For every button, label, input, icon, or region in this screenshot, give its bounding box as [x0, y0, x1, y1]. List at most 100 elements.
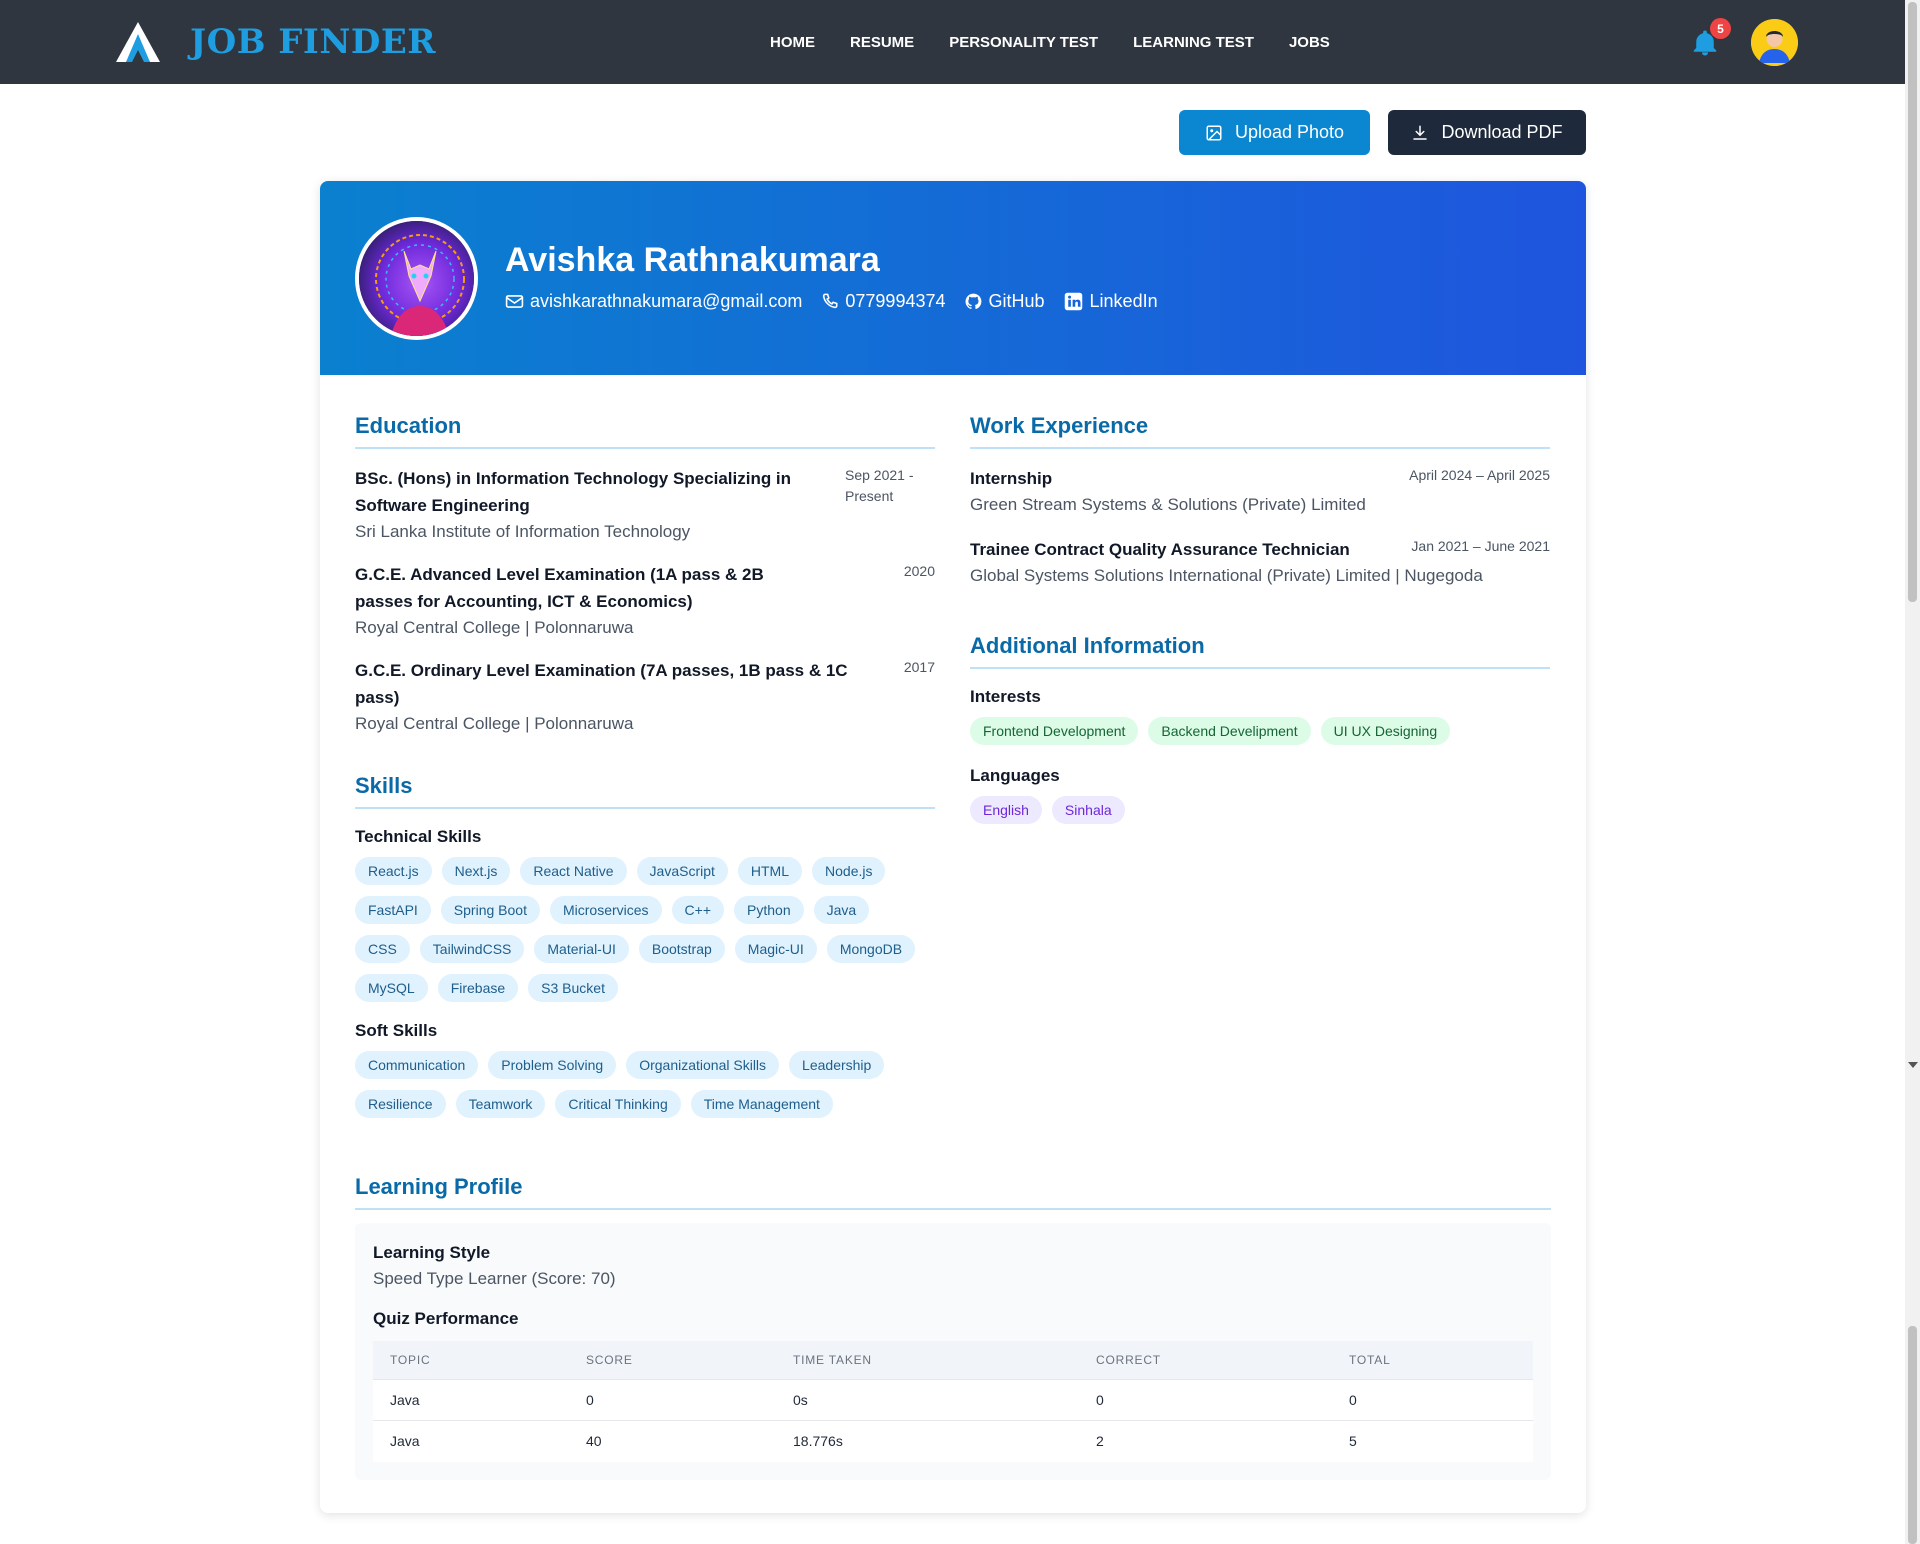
- skill-tag: Python: [734, 896, 804, 924]
- table-cell: 18.776s: [776, 1420, 1079, 1462]
- profile-name: Avishka Rathnakumara: [505, 241, 880, 279]
- table-cell: Java: [373, 1379, 569, 1421]
- profile-photo: [355, 217, 478, 340]
- mail-icon: [505, 295, 524, 308]
- brand[interactable]: JOB FINDER: [114, 20, 436, 64]
- education-item: G.C.E. Ordinary Level Examination (7A pa…: [355, 657, 935, 737]
- phone-link[interactable]: 0779994374: [820, 291, 946, 312]
- skill-tag: Time Management: [690, 1090, 833, 1118]
- skill-tag: Spring Boot: [440, 896, 540, 924]
- download-pdf-button[interactable]: Download PDF: [1388, 110, 1586, 155]
- nav-resume[interactable]: RESUME: [850, 34, 914, 51]
- nav-home[interactable]: HOME: [770, 34, 815, 51]
- education-degree: G.C.E. Advanced Level Examination (1A pa…: [355, 565, 764, 611]
- scrollbar[interactable]: [1905, 0, 1920, 1544]
- skill-tag: JavaScript: [636, 857, 728, 885]
- skill-tag: Material-UI: [534, 935, 629, 963]
- work-date: Jan 2021 – June 2021: [1411, 538, 1550, 554]
- language-tag: English: [970, 796, 1042, 824]
- interest-tag: UI UX Designing: [1320, 717, 1451, 745]
- learning-profile-title: Learning Profile: [355, 1174, 1551, 1210]
- learning-style-value: Speed Type Learner (Score: 70): [373, 1269, 616, 1288]
- table-cell: 40: [569, 1420, 776, 1462]
- table-cell: 0: [1079, 1379, 1332, 1421]
- skill-tag: FastAPI: [355, 896, 431, 924]
- navbar: JOB FINDER HOME RESUME PERSONALITY TEST …: [0, 0, 1905, 84]
- quiz-table: TOPIC SCORE TIME TAKEN CORRECT TOTAL Jav…: [373, 1341, 1533, 1462]
- contact-list: avishkarathnakumara@gmail.com 0779994374…: [505, 291, 1176, 312]
- skills-title: Skills: [355, 773, 935, 809]
- github-link[interactable]: GitHub: [964, 291, 1045, 312]
- soft-skills-heading: Soft Skills: [355, 1021, 438, 1040]
- education-item: G.C.E. Advanced Level Examination (1A pa…: [355, 561, 935, 641]
- skill-tag: Communication: [355, 1051, 479, 1079]
- linkedin-link[interactable]: LinkedIn: [1063, 291, 1158, 312]
- skill-tag: TailwindCSS: [419, 935, 525, 963]
- language-tag: Sinhala: [1051, 796, 1125, 824]
- work-role: Internship: [970, 469, 1053, 488]
- skill-tag: Bootstrap: [638, 935, 725, 963]
- interests-heading: Interests: [970, 687, 1041, 706]
- download-icon: [1413, 125, 1428, 140]
- quiz-performance-label: Quiz Performance: [373, 1309, 519, 1328]
- brand-name: JOB FINDER: [190, 22, 437, 62]
- skill-tag: Microservices: [549, 896, 662, 924]
- scroll-down-arrow-icon[interactable]: [1908, 1062, 1918, 1068]
- column-header: TOTAL: [1332, 1341, 1533, 1380]
- education-degree: BSc. (Hons) in Information Technology Sp…: [355, 469, 792, 515]
- phone-text: 0779994374: [845, 291, 946, 311]
- education-item: BSc. (Hons) in Information Technology Sp…: [355, 465, 935, 545]
- education-details: G.C.E. Advanced Level Examination (1A pa…: [355, 561, 825, 641]
- education-date: 2020: [903, 563, 935, 579]
- skill-tag: HTML: [737, 857, 803, 885]
- work-experience-title: Work Experience: [970, 413, 1550, 449]
- education-title: Education: [355, 413, 935, 449]
- table-header-row: TOPIC SCORE TIME TAKEN CORRECT TOTAL: [373, 1341, 1533, 1380]
- interest-tag: Frontend Development: [970, 717, 1139, 745]
- skill-tag: MongoDB: [826, 935, 916, 963]
- nav-personality-test[interactable]: PERSONALITY TEST: [949, 34, 1098, 51]
- education-school: Royal Central College | Polonnaruwa: [355, 714, 634, 733]
- user-icon: [1751, 19, 1798, 66]
- work-company: Global Systems Solutions International (…: [970, 566, 1483, 585]
- user-avatar[interactable]: [1751, 19, 1798, 66]
- scrollbar-thumb[interactable]: [1908, 2, 1917, 602]
- learning-style-label: Learning Style: [373, 1243, 491, 1262]
- skill-tag: Leadership: [789, 1051, 885, 1079]
- work-date: April 2024 – April 2025: [1409, 467, 1550, 483]
- education-date: 2017: [903, 659, 935, 675]
- resume-card: Avishka Rathnakumara avishkarathnakumara…: [320, 181, 1586, 1513]
- skill-tag: MySQL: [355, 974, 428, 1002]
- table-cell: 0s: [776, 1379, 1079, 1421]
- table-row: Java 40 18.776s 2 5: [373, 1420, 1533, 1462]
- skill-tag: Teamwork: [455, 1090, 546, 1118]
- soft-skills-list: Communication Problem Solving Organization…: [355, 1051, 935, 1129]
- upload-photo-label: Upload Photo: [1234, 122, 1345, 142]
- education-date: Sep 2021 - Present: [845, 467, 914, 504]
- skill-tag: Next.js: [441, 857, 511, 885]
- email-link[interactable]: avishkarathnakumara@gmail.com: [505, 291, 802, 312]
- scrollbar-thumb-lower[interactable]: [1908, 1326, 1917, 1544]
- work-item: Trainee Contract Quality Assurance Techn…: [970, 536, 1550, 589]
- github-text: GitHub: [988, 291, 1045, 311]
- skill-tag: Magic-UI: [734, 935, 817, 963]
- additional-info-title: Additional Information: [970, 633, 1550, 669]
- email-text: avishkarathnakumara@gmail.com: [530, 291, 803, 311]
- nav-learning-test[interactable]: LEARNING TEST: [1133, 34, 1254, 51]
- work-item: Internship Green Stream Systems & Soluti…: [970, 465, 1550, 518]
- table-row: Java 0 0s 0 0: [373, 1379, 1533, 1421]
- table-cell: 0: [569, 1379, 776, 1421]
- wolf-artwork-icon: [359, 221, 474, 336]
- skill-tag: React.js: [355, 857, 432, 885]
- education-details: G.C.E. Ordinary Level Examination (7A pa…: [355, 657, 885, 737]
- education-details: BSc. (Hons) in Information Technology Sp…: [355, 465, 825, 545]
- learning-profile-box: Learning Style Speed Type Learner (Score…: [355, 1223, 1551, 1480]
- phone-icon: [823, 293, 838, 309]
- nav-jobs[interactable]: JOBS: [1289, 34, 1330, 51]
- image-icon: [1206, 125, 1222, 140]
- work-details: Internship Green Stream Systems & Soluti…: [970, 465, 1390, 518]
- skill-tag: CSS: [355, 935, 410, 963]
- skill-tag: Firebase: [437, 974, 519, 1002]
- upload-photo-button[interactable]: Upload Photo: [1179, 110, 1370, 155]
- skill-tag: Critical Thinking: [555, 1090, 681, 1118]
